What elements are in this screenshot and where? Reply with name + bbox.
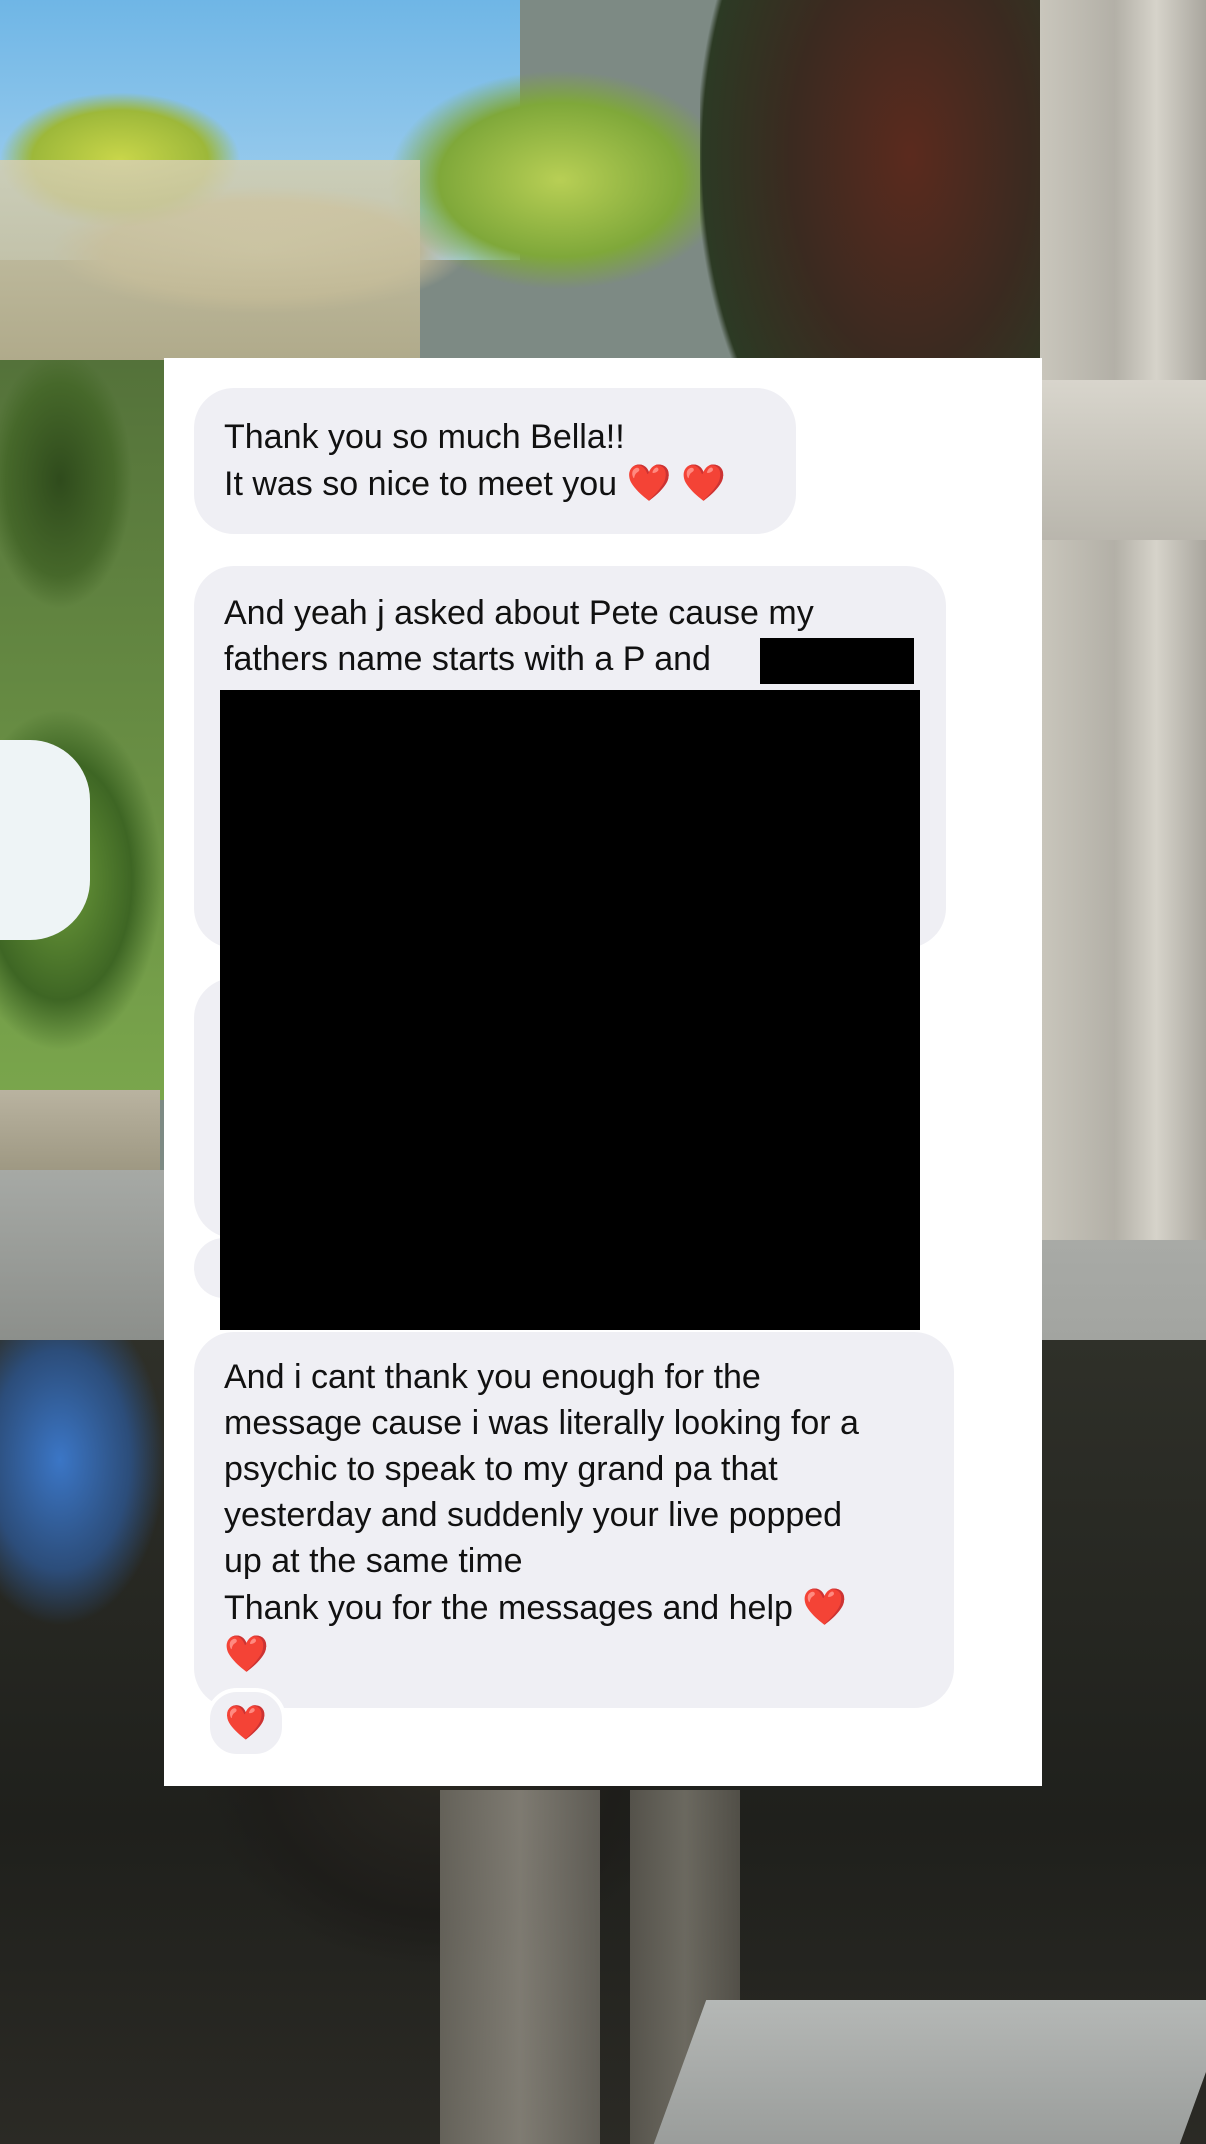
heart-reaction[interactable]: ❤️	[206, 1688, 286, 1758]
message-bubble: Thank you so much Bella!! It was so nice…	[194, 388, 796, 534]
heart-emoji: ❤️	[224, 1633, 269, 1674]
message-text: And i cant thank you enough for the mess…	[224, 1354, 859, 1678]
bg-reflection	[440, 1790, 600, 2144]
heart-emoji: ❤️ ❤️	[626, 462, 727, 503]
chat-screenshot-card: Thank you so much Bella!! It was so nice…	[164, 358, 1042, 1786]
message-line: fathers name starts with a P and	[224, 640, 711, 678]
message-line: And i cant thank you enough for the	[224, 1358, 761, 1396]
message-line: Thank you for the messages and help ❤️	[224, 1584, 859, 1631]
message-line: yesterday and suddenly your live popped	[224, 1496, 843, 1534]
heart-emoji: ❤️	[224, 1704, 268, 1742]
message-line: And yeah j asked about Pete cause my	[224, 594, 814, 632]
message-line: psychic to speak to my grand pa that	[224, 1450, 778, 1488]
message-text: Thank you so much Bella!! It was so nice…	[224, 414, 726, 507]
message-line: up at the same time	[224, 1542, 523, 1580]
message-line: ❤️	[224, 1631, 859, 1678]
redaction-box	[760, 638, 914, 684]
bg-sky-glimpse	[0, 740, 90, 940]
message-text: And yeah j asked about Pete cause my fat…	[224, 590, 814, 682]
heart-emoji: ❤️	[802, 1586, 848, 1627]
message-bubble: And i cant thank you enough for the mess…	[194, 1332, 954, 1708]
message-line: message cause i was literally looking fo…	[224, 1404, 859, 1442]
bg-greenery	[0, 360, 170, 1100]
bg-stone-wall	[0, 160, 420, 360]
message-line: It was so nice to meet you ❤️ ❤️	[224, 460, 726, 507]
redaction-box	[220, 690, 920, 1330]
bg-ledge	[0, 1090, 160, 1180]
message-line: Thank you so much Bella!!	[224, 418, 625, 456]
bg-floor-left	[0, 1170, 170, 1340]
message-line-text: Thank you for the messages and help	[224, 1589, 793, 1627]
message-line-text: It was so nice to meet you	[224, 465, 618, 503]
bg-stone-edge	[653, 2000, 1206, 2144]
